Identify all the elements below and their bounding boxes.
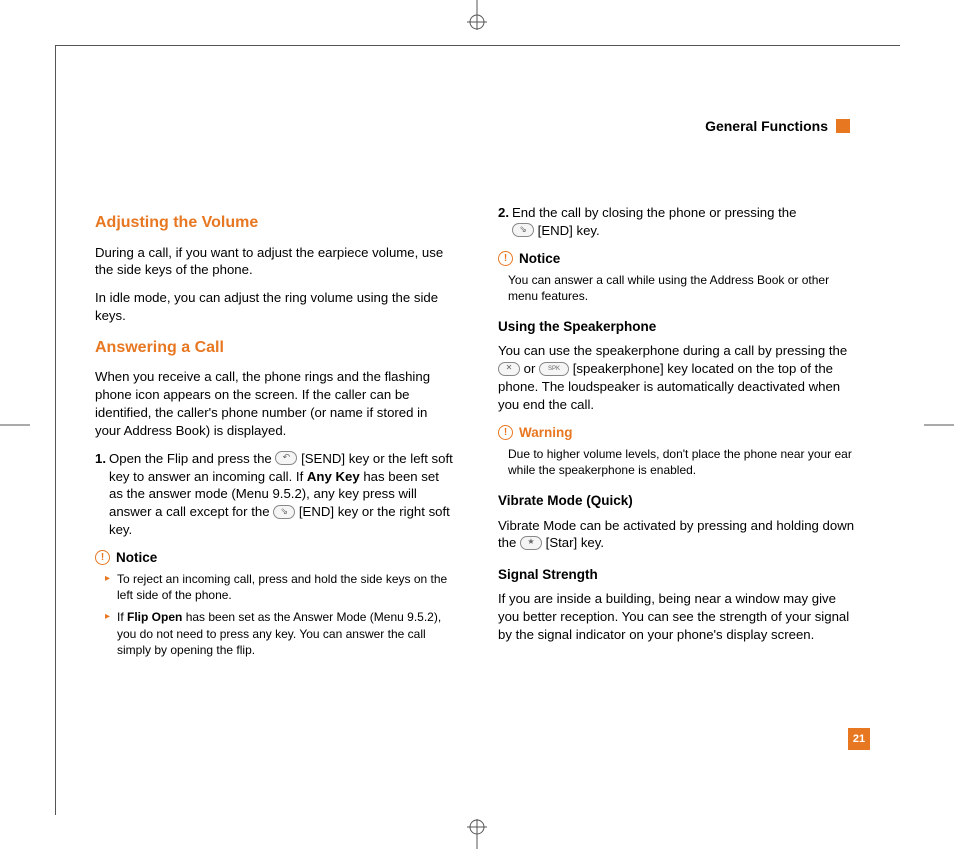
- heading-speakerphone: Using the Speakerphone: [498, 318, 856, 336]
- notice-icon: !: [95, 550, 110, 565]
- step-item: 2. End the call by closing the phone or …: [498, 204, 856, 240]
- notice-label: Notice: [116, 549, 157, 567]
- crop-mark-left: [0, 421, 30, 429]
- warning-label: Warning: [519, 424, 573, 442]
- heading-adjusting-volume: Adjusting the Volume: [95, 212, 453, 234]
- step-item: 1. Open the Flip and press the [SEND] ke…: [95, 450, 453, 539]
- page-content: General Functions Adjusting the Volume D…: [95, 120, 875, 666]
- body-text: Vibrate Mode can be activated by pressin…: [498, 517, 856, 553]
- send-key-icon: [275, 451, 297, 465]
- header-accent-icon: [836, 119, 850, 133]
- notice-bullet: If Flip Open has been set as the Answer …: [105, 609, 453, 658]
- column-right: 2. End the call by closing the phone or …: [498, 200, 856, 666]
- body-text: When you receive a call, the phone rings…: [95, 368, 453, 439]
- body-text: During a call, if you want to adjust the…: [95, 244, 453, 280]
- crop-mark-top: [457, 0, 497, 32]
- end-key-icon: [273, 505, 295, 519]
- notice-bullet: To reject an incoming call, press and ho…: [105, 571, 453, 603]
- notice-body: You can answer a call while using the Ad…: [508, 272, 856, 304]
- notice-body: To reject an incoming call, press and ho…: [105, 571, 453, 658]
- body-text: If you are inside a building, being near…: [498, 590, 856, 643]
- x-key-icon: [498, 362, 520, 376]
- notice-label: Notice: [519, 250, 560, 268]
- crop-mark-bottom: [457, 817, 497, 849]
- star-key-icon: [520, 536, 542, 550]
- heading-signal-strength: Signal Strength: [498, 566, 856, 584]
- warning-header: ! Warning: [498, 424, 856, 442]
- spk-key-icon: [539, 362, 569, 376]
- heading-answering-call: Answering a Call: [95, 337, 453, 359]
- warning-body: Due to higher volume levels, don't place…: [508, 446, 856, 478]
- section-title: General Functions: [705, 118, 828, 134]
- heading-vibrate-mode: Vibrate Mode (Quick): [498, 492, 856, 510]
- page-header: General Functions: [705, 118, 850, 134]
- warning-icon: !: [498, 425, 513, 440]
- step-text: Open the Flip and press the [SEND] key o…: [109, 451, 453, 537]
- body-text: You can use the speakerphone during a ca…: [498, 342, 856, 413]
- step-number: 2.: [498, 204, 509, 222]
- column-left: Adjusting the Volume During a call, if y…: [95, 200, 453, 666]
- body-text: In idle mode, you can adjust the ring vo…: [95, 289, 453, 325]
- step-text: End the call by closing the phone or pre…: [512, 205, 796, 238]
- notice-icon: !: [498, 251, 513, 266]
- end-key-icon: [512, 223, 534, 237]
- crop-mark-right: [924, 421, 954, 429]
- step-number: 1.: [95, 450, 106, 468]
- notice-header: ! Notice: [95, 549, 453, 567]
- notice-header: ! Notice: [498, 250, 856, 268]
- page-number: 21: [848, 728, 870, 750]
